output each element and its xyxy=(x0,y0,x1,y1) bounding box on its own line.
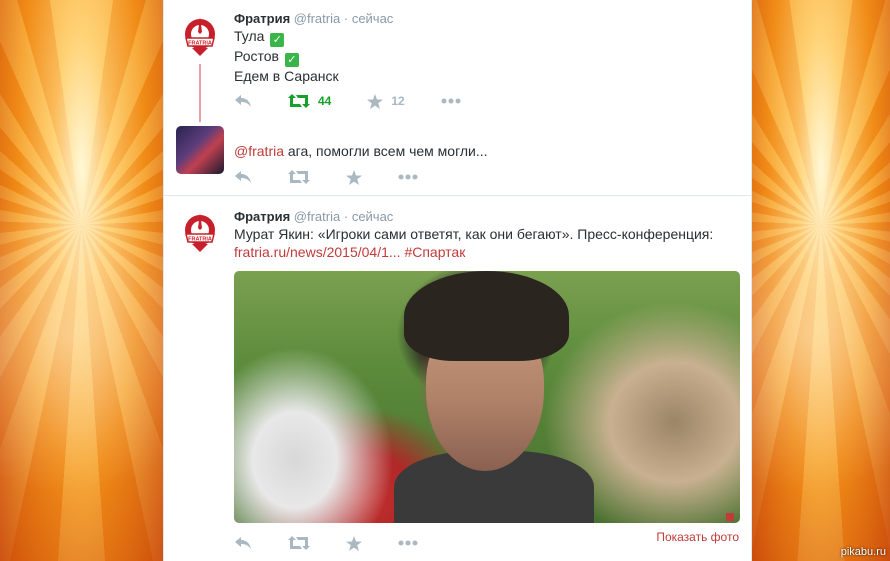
check-icon: ✓ xyxy=(270,33,285,47)
tweet-header: Фратрия @fratria · сейчас xyxy=(234,209,739,224)
more-button[interactable] xyxy=(398,540,418,546)
reply-text: @fratria ага, помогли всем чем могли... xyxy=(234,142,739,160)
tweet-body: Фратрия @fratria · сейчас Тула ✓ Ростов … xyxy=(234,11,739,85)
reply-button[interactable] xyxy=(234,536,252,550)
favorite-icon xyxy=(367,93,384,109)
separator: · xyxy=(343,209,349,224)
reply-icon xyxy=(235,171,251,183)
reply-icon xyxy=(235,537,251,549)
reply-body: @fratria ага, помогли всем чем могли... xyxy=(234,142,739,160)
retweet-button[interactable]: 44 xyxy=(288,94,331,108)
tweet-message: Мурат Якин: «Игроки сами ответят, как он… xyxy=(234,226,714,242)
author-handle[interactable]: @fratria xyxy=(294,11,340,26)
tweet-time[interactable]: сейчас xyxy=(352,11,394,26)
tweet-actions: 44 12 xyxy=(234,92,497,110)
favorite-icon xyxy=(346,169,362,185)
reply-message: ага, помогли всем чем могли... xyxy=(287,143,488,159)
author-name[interactable]: Фратрия xyxy=(234,11,290,26)
line-2: Ростов xyxy=(234,48,279,64)
tweet[interactable]: FRATRIA Фратрия @fratria · сейчас Мурат … xyxy=(164,198,751,561)
line-1: Тула xyxy=(234,28,265,44)
more-button[interactable] xyxy=(441,98,461,104)
tweet-text: Мурат Якин: «Игроки сами ответят, как он… xyxy=(234,225,739,261)
author-name[interactable]: Фратрия xyxy=(234,209,290,224)
more-icon xyxy=(398,174,418,180)
reply-avatar[interactable] xyxy=(176,126,224,174)
retweet-button[interactable] xyxy=(288,170,310,184)
svg-text:FRATRIA: FRATRIA xyxy=(188,237,212,243)
photo-source-icon xyxy=(726,513,734,521)
more-button[interactable] xyxy=(398,174,418,180)
avatar[interactable]: FRATRIA xyxy=(176,208,224,256)
favorite-icon xyxy=(346,535,362,551)
background-left xyxy=(0,0,163,561)
favorite-button[interactable] xyxy=(346,535,362,551)
retweet-icon xyxy=(288,94,310,108)
favorite-count: 12 xyxy=(391,94,405,108)
watermark: pikabu.ru xyxy=(840,546,886,558)
mention-link[interactable]: @fratria xyxy=(234,143,284,159)
tweet-body: Фратрия @fratria · сейчас Мурат Якин: «И… xyxy=(234,209,739,261)
line-3: Едем в Саранск xyxy=(234,68,339,84)
photo-figure-hair xyxy=(404,271,569,361)
reply-icon xyxy=(235,95,251,107)
favorite-button[interactable]: 12 xyxy=(367,93,405,109)
hashtag-link[interactable]: #Спартак xyxy=(404,244,465,260)
reply-actions xyxy=(234,168,454,186)
timeline: FRATRIA Фратрия @fratria · сейчас Тула ✓… xyxy=(163,0,752,561)
fratria-logo-icon: FRATRIA xyxy=(185,17,215,56)
show-photo-link[interactable]: Показать фото xyxy=(656,530,739,544)
reply-button[interactable] xyxy=(234,94,252,108)
news-link[interactable]: fratria.ru/news/2015/04/1... xyxy=(234,244,401,260)
retweet-button[interactable] xyxy=(288,536,310,550)
author-handle[interactable]: @fratria xyxy=(294,209,340,224)
background-right xyxy=(752,0,890,561)
tweet-actions xyxy=(234,534,454,552)
more-icon xyxy=(441,98,461,104)
retweet-icon xyxy=(288,536,310,550)
favorite-button[interactable] xyxy=(346,169,362,185)
conversation-line xyxy=(199,64,201,122)
retweet-icon xyxy=(288,170,310,184)
more-icon xyxy=(398,540,418,546)
tweet-time[interactable]: сейчас xyxy=(352,209,394,224)
svg-text:FRATRIA: FRATRIA xyxy=(188,41,212,47)
check-icon: ✓ xyxy=(284,53,299,67)
reply-button[interactable] xyxy=(234,170,252,184)
retweet-count: 44 xyxy=(318,94,332,108)
tweet-text: Тула ✓ Ростов ✓ Едем в Саранск xyxy=(234,27,739,85)
tweet-header: Фратрия @fratria · сейчас xyxy=(234,11,739,26)
fratria-logo-icon: FRATRIA xyxy=(185,213,215,252)
separator: · xyxy=(343,11,349,26)
tweet-photo[interactable] xyxy=(234,271,740,523)
avatar[interactable]: FRATRIA xyxy=(176,12,224,60)
tweet-conversation[interactable]: FRATRIA Фратрия @fratria · сейчас Тула ✓… xyxy=(164,0,751,196)
